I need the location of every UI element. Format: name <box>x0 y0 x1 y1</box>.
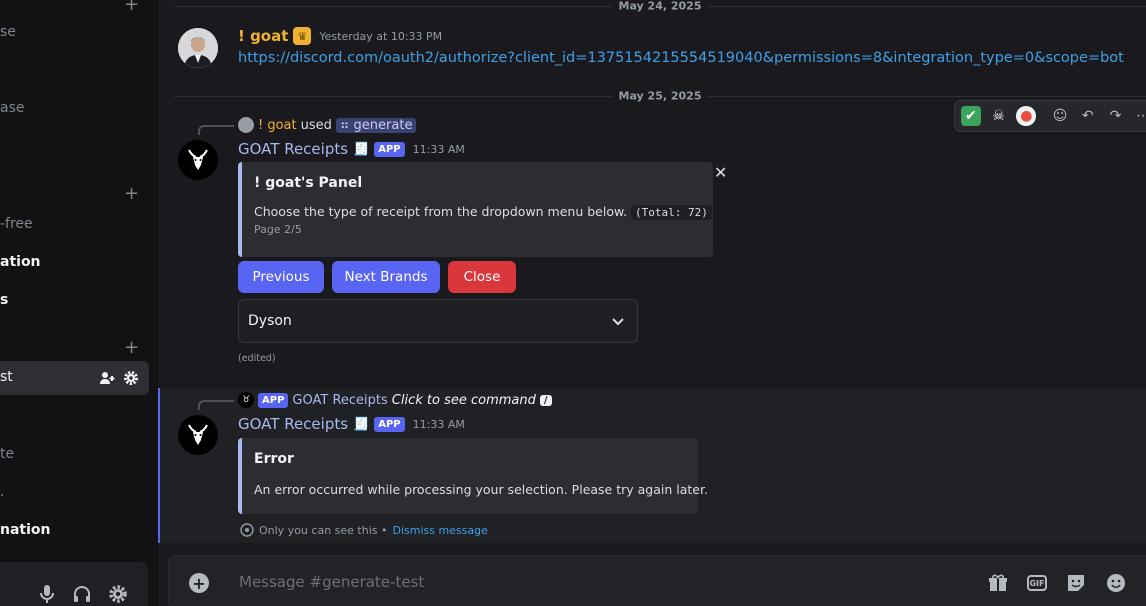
microphone-icon[interactable] <box>38 584 56 604</box>
embed-title: ! goat's Panel <box>254 175 363 191</box>
reply-connector <box>198 400 234 410</box>
sidebar-item[interactable]: se <box>0 24 16 40</box>
timestamp: 11:33 AM <box>412 417 465 431</box>
sidebar-item-fragment: . <box>0 484 5 500</box>
bot-avatar[interactable] <box>178 415 218 455</box>
app-badge: APP <box>258 392 289 408</box>
sidebar-item[interactable]: nation <box>0 522 51 538</box>
slash-icon: / <box>539 394 552 406</box>
sidebar-item[interactable]: te <box>0 446 14 462</box>
sidebar-item[interactable]: -free <box>0 216 33 232</box>
gear-icon[interactable] <box>123 370 139 386</box>
close-icon[interactable]: ✕ <box>714 163 727 182</box>
ephemeral-message: ♉ APP GOAT Receipts Click to see command… <box>158 388 1146 543</box>
invite-icon[interactable] <box>99 370 115 386</box>
chat-area: May 24, 2025 ! goat ♛ Yesterday at 10:33… <box>158 0 1146 606</box>
click-to-see-command[interactable]: Click to see command <box>392 393 536 408</box>
slash-command-icon: ⠶ <box>339 117 354 133</box>
author-name[interactable]: ! goat <box>238 27 288 45</box>
app-badge: APP <box>374 141 405 157</box>
command-chip[interactable]: ⠶ generate <box>335 117 417 133</box>
embed-description: An error occurred while processing your … <box>254 482 708 497</box>
goat-logo-icon <box>188 424 208 445</box>
ephemeral-notice: Only you can see this • Dismiss message <box>240 523 488 537</box>
previous-button[interactable]: Previous <box>238 261 324 293</box>
timestamp: 11:33 AM <box>412 142 465 156</box>
sidebar-item[interactable]: s <box>0 292 8 308</box>
mini-avatar <box>238 117 254 133</box>
eye-icon <box>240 523 254 537</box>
add-channel-icon[interactable]: + <box>124 185 139 203</box>
add-channel-icon[interactable]: + <box>124 339 139 357</box>
user-panel <box>0 562 148 606</box>
add-channel-icon[interactable]: + <box>124 0 139 14</box>
embed-title: Error <box>254 451 294 467</box>
command-reply[interactable]: ! goat used ⠶ generate <box>238 117 417 133</box>
close-button[interactable]: Close <box>448 261 516 293</box>
sticker-icon[interactable] <box>1065 572 1087 594</box>
mini-goat-icon: ♉ <box>238 392 254 408</box>
add-reaction-icon[interactable]: ☺ <box>1050 106 1070 126</box>
clown-reaction-icon[interactable]: ● <box>1016 106 1037 126</box>
receipt-icon: 🧾 <box>353 416 370 432</box>
date-divider: May 25, 2025 <box>174 89 1146 103</box>
check-reaction-icon[interactable]: ✔ <box>961 106 981 126</box>
command-reply[interactable]: ♉ APP GOAT Receipts Click to see command… <box>238 392 552 408</box>
oauth-link[interactable]: https://discord.com/oauth2/authorize?cli… <box>238 50 1124 66</box>
embed-description: Choose the type of receipt from the drop… <box>254 204 712 220</box>
sidebar-item[interactable]: ase <box>0 100 25 116</box>
goat-logo-icon <box>188 149 208 170</box>
message-input[interactable]: Message #generate-test <box>239 573 424 591</box>
select-value: Dyson <box>248 313 292 329</box>
forward-icon[interactable]: ↷ <box>1106 106 1126 126</box>
channel-sidebar: + se ase + -free ation s + st te . natio… <box>0 0 158 606</box>
message-actions-toolbar: ✔ ☠ ● ☺ ↶ ↷ ⋯ <box>954 100 1146 132</box>
plus-icon[interactable]: + <box>189 573 209 593</box>
reply-used: used <box>300 117 332 133</box>
avatar[interactable] <box>178 28 218 68</box>
edited-label: (edited) <box>238 353 276 364</box>
app-badge: APP <box>374 416 405 432</box>
reply-icon[interactable]: ↶ <box>1078 106 1098 126</box>
more-icon[interactable]: ⋯ <box>1133 106 1146 126</box>
panel-embed: ! goat's Panel Choose the type of receip… <box>238 162 713 257</box>
brand-select[interactable]: Dyson <box>238 299 638 343</box>
dismiss-message-link[interactable]: Dismiss message <box>392 524 487 537</box>
error-embed: Error An error occurred while processing… <box>238 438 708 514</box>
message-composer[interactable]: + Message #generate-test GIF <box>168 555 1146 606</box>
user-photo-icon <box>178 28 218 68</box>
gear-icon[interactable] <box>108 584 128 604</box>
reply-connector <box>198 125 234 135</box>
author-name[interactable]: GOAT Receipts <box>238 415 348 433</box>
sidebar-item[interactable]: ation <box>0 254 41 270</box>
chevron-down-icon <box>612 318 624 326</box>
reply-user[interactable]: ! goat <box>258 118 297 133</box>
gif-icon[interactable]: GIF <box>1027 575 1047 591</box>
headphones-icon[interactable] <box>72 584 92 604</box>
emoji-icon[interactable] <box>1105 572 1127 594</box>
sidebar-item-active[interactable]: st <box>0 361 149 395</box>
next-brands-button[interactable]: Next Brands <box>332 261 440 293</box>
crown-icon: ♛ <box>293 27 312 45</box>
timestamp: Yesterday at 10:33 PM <box>319 29 443 43</box>
date-divider: May 24, 2025 <box>174 0 1146 13</box>
embed-footer: Page 2/5 <box>254 223 302 236</box>
skull-reaction-icon[interactable]: ☠ <box>989 106 1009 126</box>
sidebar-item-label: st <box>0 369 13 385</box>
receipt-icon: 🧾 <box>353 141 370 157</box>
bot-avatar[interactable] <box>178 140 218 180</box>
gift-icon[interactable] <box>987 572 1009 594</box>
author-name[interactable]: GOAT Receipts <box>238 140 348 158</box>
reply-author[interactable]: GOAT Receipts <box>292 393 387 408</box>
total-code: (Total: 72) <box>631 205 712 220</box>
